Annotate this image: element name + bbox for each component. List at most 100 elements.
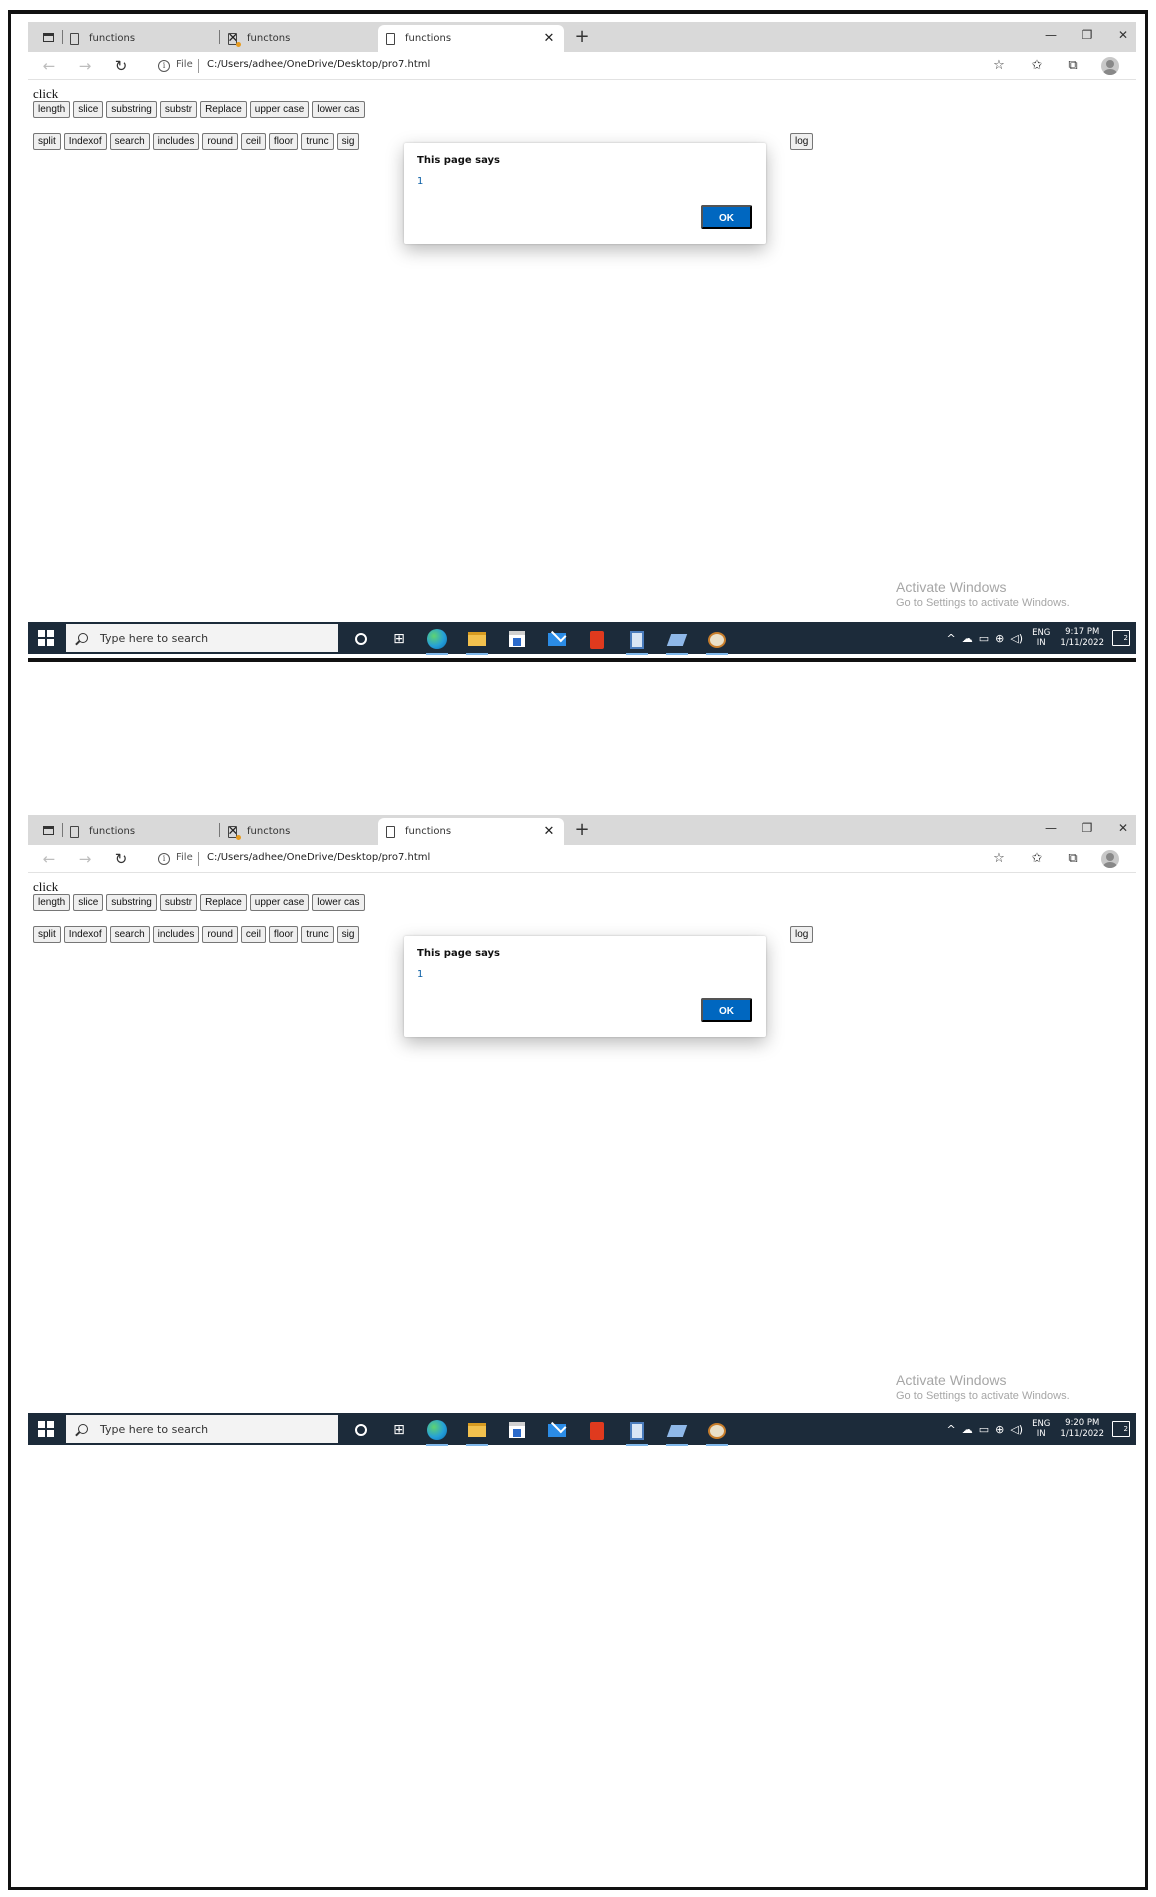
ceil-button[interactable]: ceil: [240, 133, 266, 150]
includes-button[interactable]: includes: [152, 926, 200, 943]
windows-start-icon[interactable]: [38, 630, 54, 646]
upper-case-button[interactable]: upper case: [249, 894, 310, 911]
task-view-icon[interactable]: ⊞: [388, 628, 410, 650]
paint-icon[interactable]: [706, 1419, 728, 1446]
info-icon[interactable]: i: [158, 60, 170, 72]
file-explorer-icon[interactable]: [466, 628, 488, 655]
floor-button[interactable]: floor: [268, 926, 299, 943]
taskbar-search-input[interactable]: Type here to search: [66, 624, 338, 652]
replace-button[interactable]: Replace: [200, 894, 247, 911]
minimize-icon[interactable]: —: [1036, 28, 1066, 42]
volume-icon[interactable]: ◁): [1010, 632, 1023, 645]
substr-button[interactable]: substr: [159, 101, 198, 118]
calculator-icon[interactable]: [626, 1419, 648, 1446]
split-button[interactable]: split: [33, 926, 61, 943]
new-tab-icon[interactable]: +: [572, 820, 592, 840]
indexof-button[interactable]: Indexof: [63, 926, 107, 943]
cloud-icon[interactable]: ☁: [962, 632, 973, 645]
log-button[interactable]: log: [790, 133, 814, 150]
network-icon[interactable]: ⊕: [995, 1423, 1004, 1436]
lower-case-button[interactable]: lower cas: [312, 894, 365, 911]
floor-button[interactable]: floor: [268, 133, 299, 150]
back-icon[interactable]: ←: [38, 56, 60, 76]
refresh-icon[interactable]: ↻: [110, 849, 132, 869]
tab-actions-button[interactable]: [34, 26, 62, 48]
cortana-icon[interactable]: [350, 628, 372, 650]
sign-button[interactable]: sig: [336, 133, 360, 150]
slice-button[interactable]: slice: [73, 101, 104, 118]
length-button[interactable]: length: [33, 101, 71, 118]
window-close-icon[interactable]: ✕: [1108, 28, 1136, 42]
volume-icon[interactable]: ◁): [1010, 1423, 1023, 1436]
paint-icon[interactable]: [706, 628, 728, 655]
split-button[interactable]: split: [33, 133, 61, 150]
tab-actions-button[interactable]: [34, 819, 62, 841]
tab-3-active[interactable]: functions ✕: [378, 25, 564, 52]
minimize-icon[interactable]: —: [1036, 821, 1066, 835]
forward-icon[interactable]: →: [74, 849, 96, 869]
back-icon[interactable]: ←: [38, 849, 60, 869]
notification-icon[interactable]: 2: [1112, 1421, 1130, 1437]
notification-icon[interactable]: 2: [1112, 630, 1130, 646]
task-view-icon[interactable]: ⊞: [388, 1419, 410, 1441]
upper-case-button[interactable]: upper case: [249, 101, 310, 118]
info-icon[interactable]: i: [158, 853, 170, 865]
cortana-icon[interactable]: [350, 1419, 372, 1441]
sign-button[interactable]: sig: [336, 926, 360, 943]
mail-icon[interactable]: [546, 1419, 568, 1441]
collections-icon[interactable]: ⧉: [1062, 57, 1084, 75]
restore-icon[interactable]: ❐: [1072, 28, 1102, 42]
substr-button[interactable]: substr: [159, 894, 198, 911]
office-icon[interactable]: [586, 628, 608, 650]
windows-start-icon[interactable]: [38, 1421, 54, 1437]
store-icon[interactable]: [506, 628, 528, 650]
substring-button[interactable]: substring: [106, 101, 157, 118]
ellipsis-icon[interactable]: ⋯: [1134, 57, 1136, 75]
store-icon[interactable]: [506, 1419, 528, 1441]
replace-button[interactable]: Replace: [200, 101, 247, 118]
log-button[interactable]: log: [790, 926, 814, 943]
url-input[interactable]: C:/Users/adhee/OneDrive/Desktop/pro7.htm…: [207, 59, 430, 70]
edge-icon[interactable]: [426, 1419, 448, 1446]
network-icon[interactable]: ⊕: [995, 632, 1004, 645]
clock[interactable]: 9:17 PM 1/11/2022: [1060, 627, 1104, 649]
tab-3-active[interactable]: functions ✕: [378, 818, 564, 845]
ceil-button[interactable]: ceil: [240, 926, 266, 943]
profile-avatar[interactable]: [1101, 57, 1119, 75]
round-button[interactable]: round: [202, 133, 238, 150]
notepad-icon[interactable]: [666, 628, 688, 655]
battery-icon[interactable]: ▭: [979, 632, 989, 645]
language-indicator[interactable]: ENG IN: [1032, 628, 1050, 648]
language-indicator[interactable]: ENG IN: [1032, 1419, 1050, 1439]
trunc-button[interactable]: trunc: [301, 133, 334, 150]
star-plus-icon[interactable]: ☆: [988, 850, 1010, 868]
clock[interactable]: 9:20 PM 1/11/2022: [1060, 1418, 1104, 1440]
file-explorer-icon[interactable]: [466, 1419, 488, 1446]
indexof-button[interactable]: Indexof: [63, 133, 107, 150]
taskbar-search-input[interactable]: Type here to search: [66, 1415, 338, 1443]
chevron-up-icon[interactable]: ^: [946, 1423, 955, 1436]
url-input[interactable]: C:/Users/adhee/OneDrive/Desktop/pro7.htm…: [207, 852, 430, 863]
calculator-icon[interactable]: [626, 628, 648, 655]
round-button[interactable]: round: [202, 926, 238, 943]
profile-avatar[interactable]: [1101, 850, 1119, 868]
mail-icon[interactable]: [546, 628, 568, 650]
length-button[interactable]: length: [33, 894, 71, 911]
star-plus-icon[interactable]: ☆: [988, 57, 1010, 75]
refresh-icon[interactable]: ↻: [110, 56, 132, 76]
cloud-icon[interactable]: ☁: [962, 1423, 973, 1436]
search-button[interactable]: search: [109, 926, 150, 943]
trunc-button[interactable]: trunc: [301, 926, 334, 943]
close-icon[interactable]: ✕: [542, 31, 556, 46]
battery-icon[interactable]: ▭: [979, 1423, 989, 1436]
favorites-list-icon[interactable]: ✩: [1026, 57, 1048, 75]
search-button[interactable]: search: [109, 133, 150, 150]
forward-icon[interactable]: →: [74, 56, 96, 76]
ok-button[interactable]: OK: [701, 205, 752, 229]
favorites-list-icon[interactable]: ✩: [1026, 850, 1048, 868]
ellipsis-icon[interactable]: ⋯: [1134, 850, 1136, 868]
ok-button[interactable]: OK: [701, 998, 752, 1022]
office-icon[interactable]: [586, 1419, 608, 1441]
includes-button[interactable]: includes: [152, 133, 200, 150]
window-close-icon[interactable]: ✕: [1108, 821, 1136, 835]
